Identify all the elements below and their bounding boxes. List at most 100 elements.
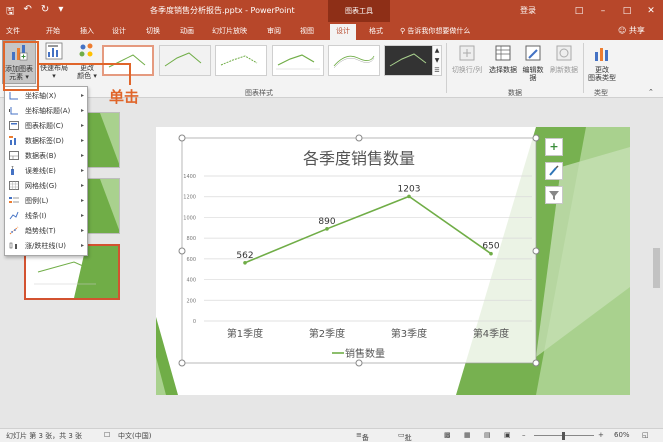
tab-view[interactable]: 视图 [300,26,314,36]
tab-chart-design[interactable]: 设计 [330,24,356,40]
collapse-ribbon-icon[interactable]: ⌃ [648,88,654,96]
selection-handle[interactable] [355,359,363,367]
submenu-arrow-icon: ▸ [80,167,84,174]
tab-animations[interactable]: 动画 [180,26,194,36]
maximize-icon[interactable]: □ [615,0,639,22]
close-icon[interactable]: ✕ [639,0,663,22]
chart-filters-button[interactable] [545,186,563,204]
refresh-data-icon [556,45,572,61]
share-button[interactable]: ☺ 共享 [618,25,645,36]
y-tick-label: 800 [186,236,196,242]
ribbon-display-options-icon[interactable]: □ [567,0,591,22]
data-label: 650 [482,242,499,252]
menu-item-data-table-label: 数据表(B) [25,151,57,160]
edit-data-button[interactable]: 编辑数 据 [520,44,546,82]
selection-handle[interactable] [532,247,540,255]
minimize-icon[interactable]: – [591,0,615,22]
chart-style-4-preview-icon [276,54,320,70]
change-chart-type-icon [595,48,608,61]
customize-qat-icon[interactable]: ▾ [58,4,63,21]
tab-design[interactable]: 设计 [112,26,126,36]
chart-style-6-preview-icon [389,53,427,67]
menu-item-axis-titles[interactable]: 坐标轴标题(A) ▸ [5,103,89,118]
quick-layout-icon [45,42,63,60]
login-link[interactable]: 登录 [520,5,536,16]
zoom-in-button[interactable]: + [598,431,604,439]
status-bar: 幻灯片 第 3 张，共 3 张 ☐ 中文(中国) ≡ 备注 ▭ 批注 ▩ ▦ ▤… [0,428,663,442]
language-status[interactable]: 中文(中国) [118,431,151,441]
tab-review[interactable]: 审阅 [267,26,281,36]
data-label: 890 [318,217,335,227]
selection-handle[interactable] [178,134,186,142]
selection-handle[interactable] [532,134,540,142]
menu-item-data-table[interactable]: 数据表(B) ▸ [5,148,89,163]
redo-icon[interactable]: ↻ [41,4,49,21]
menu-item-legend[interactable]: 图例(L) ▸ [5,193,89,208]
selection-handle[interactable] [532,359,540,367]
axis-titles-icon [9,107,18,115]
vertical-scrollbar[interactable] [650,98,663,428]
data-group-label: 数据 [508,89,522,97]
menu-item-up-down-bars[interactable]: 涨/跌柱线(U) ▸ [5,238,89,253]
select-data-button[interactable]: 选择数据 [486,44,520,74]
tab-file[interactable]: 文件 [6,26,20,36]
select-data-icon [495,45,511,61]
comments-button[interactable]: ▭ 批注 [398,431,412,442]
change-chart-type-button[interactable]: 更改 图表类型 [586,44,618,82]
selection-handle[interactable] [355,134,363,142]
scrollbar-thumb[interactable] [653,248,660,288]
refresh-data-button[interactable]: 刷新数据 [548,44,580,74]
chart-style-2[interactable] [159,45,211,76]
zoom-slider-thumb[interactable] [562,432,565,440]
gallery-scroll[interactable]: ▲ ▼ ☰ [432,45,442,76]
chart-style-6[interactable] [384,45,436,76]
y-tick-label: 0 [193,319,196,325]
undo-icon[interactable]: ↶ [24,4,32,21]
y-tick-label: 400 [186,278,196,284]
switch-row-column-button[interactable]: 切换行/列 [450,44,484,74]
spellcheck-icon[interactable]: ☐ [104,431,110,439]
change-chart-type-label-1: 更改 [595,66,609,74]
menu-item-error-bars[interactable]: 误差线(E) ▸ [5,163,89,178]
menu-item-data-labels[interactable]: 数据标签(D) ▸ [5,133,89,148]
menu-item-chart-title[interactable]: 图表标题(C) ▸ [5,118,89,133]
tab-slideshow[interactable]: 幻灯片放映 [212,26,247,36]
chart-style-5[interactable] [328,45,380,76]
tell-me-search[interactable]: ⚲ 告诉我你想要做什么 [400,26,470,36]
tab-home[interactable]: 开始 [46,26,60,36]
chart-style-3[interactable] [215,45,267,76]
data-table-icon [9,151,19,160]
notes-button[interactable]: ≡ 备注 [356,431,369,442]
save-icon[interactable]: 🖫 [6,4,15,21]
y-tick-label: 200 [186,298,196,304]
selection-handle[interactable] [178,247,186,255]
chart-style-5-preview-icon [333,55,375,69]
chart-style-4[interactable] [272,45,324,76]
fit-slide-icon[interactable]: ◱ [642,431,649,439]
menu-item-trendline[interactable]: 趋势线(T) ▸ [5,223,89,238]
window-controls: □ – □ ✕ [567,0,663,22]
menu-item-trendline-label: 趋势线(T) [25,226,56,235]
chart-styles-brush-button[interactable] [545,162,563,180]
tab-transitions[interactable]: 切换 [146,26,160,36]
zoom-out-button[interactable]: – [522,431,526,439]
slideshow-view-icon[interactable]: ▣ [504,431,511,439]
legend-label: 销售数量 [345,347,385,360]
chart-elements-plus-button[interactable]: + [545,138,563,156]
selection-handle[interactable] [178,359,186,367]
menu-item-lines-label: 线条(I) [25,211,47,220]
chart-style-3-preview-icon [220,55,258,66]
slide-sorter-icon[interactable]: ▦ [464,431,471,439]
quick-layout-button[interactable]: 快速布局 ▾ [38,42,70,80]
zoom-level[interactable]: 60% [614,431,630,439]
submenu-arrow-icon: ▸ [80,92,84,99]
menu-item-chart-title-label: 图表标题(C) [25,121,64,130]
filter-icon [549,191,559,200]
tab-insert[interactable]: 插入 [80,26,94,36]
tab-chart-format[interactable]: 格式 [369,26,383,36]
slide-count: 幻灯片 第 3 张，共 3 张 [6,432,83,440]
menu-item-gridlines[interactable]: 网格线(G) ▸ [5,178,89,193]
menu-item-lines[interactable]: 线条(I) ▸ [5,208,89,223]
reading-view-icon[interactable]: ▤ [484,431,491,439]
normal-view-icon[interactable]: ▩ [444,431,451,439]
